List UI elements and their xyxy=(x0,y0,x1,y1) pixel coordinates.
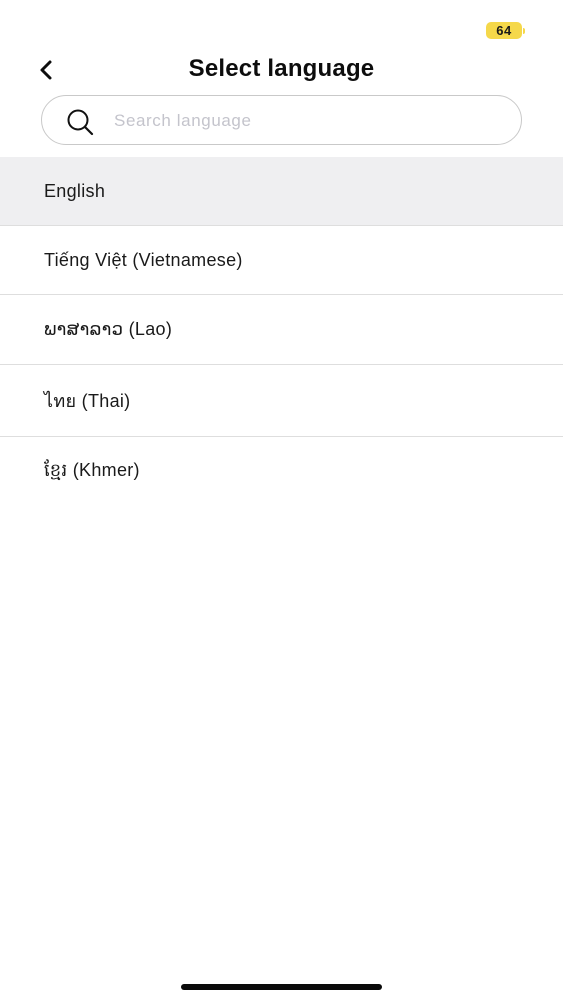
header: Select language xyxy=(0,48,563,92)
page-title: Select language xyxy=(188,55,375,82)
language-label: ພາສາລາວ (Lao) xyxy=(44,319,173,339)
status-bar: 64 xyxy=(0,0,563,50)
language-label: ไทย (Thai) xyxy=(44,391,131,411)
language-item-vietnamese[interactable]: Tiếng Việt (Vietnamese) xyxy=(0,226,563,295)
home-indicator[interactable] xyxy=(181,984,382,990)
language-item-english[interactable]: English xyxy=(0,157,563,226)
language-list: English Tiếng Việt (Vietnamese) ພາສາລາວ … xyxy=(0,157,563,506)
search-input[interactable] xyxy=(114,104,504,138)
battery-indicator: 64 xyxy=(486,22,522,39)
language-item-thai[interactable]: ไทย (Thai) xyxy=(0,365,563,437)
search-bar[interactable] xyxy=(41,95,522,145)
language-select-screen: 64 Select language English Tiếng Việt (V… xyxy=(0,0,563,1000)
language-label: Tiếng Việt (Vietnamese) xyxy=(44,249,243,270)
language-label: English xyxy=(44,180,106,201)
search-icon xyxy=(67,109,94,136)
language-label: ខ្មែរ (Khmer) xyxy=(44,460,140,480)
language-item-khmer[interactable]: ខ្មែរ (Khmer) xyxy=(0,437,563,506)
language-item-lao[interactable]: ພາສາລາວ (Lao) xyxy=(0,295,563,365)
battery-tip xyxy=(523,28,525,34)
